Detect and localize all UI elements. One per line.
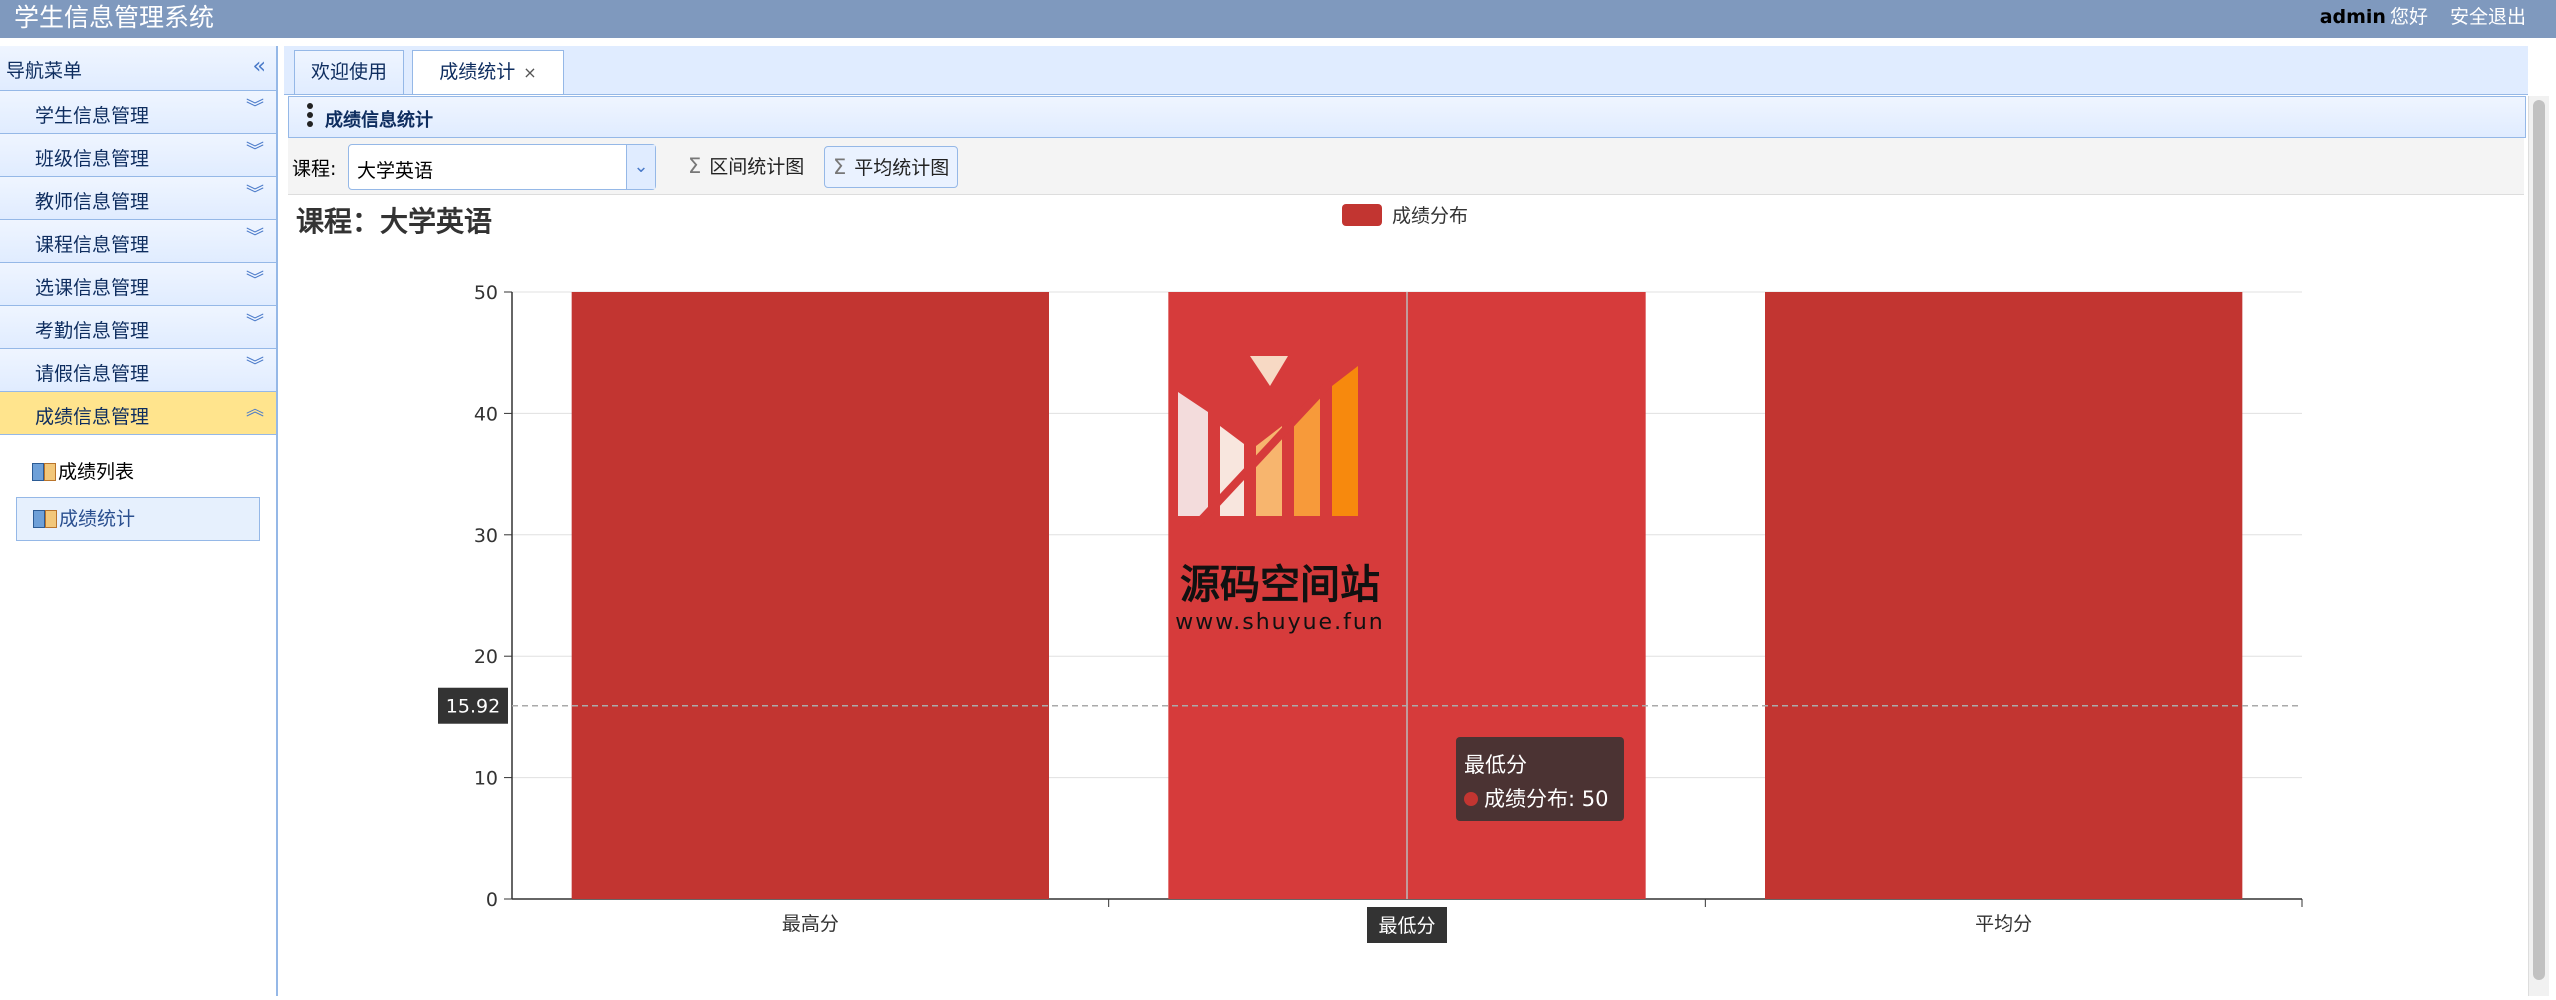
tabs-bar: 欢迎使用 成绩统计 ×	[284, 46, 2528, 95]
bar	[1765, 292, 2243, 899]
menu-item-label: 请假信息管理	[35, 363, 150, 385]
submenu-label: 成绩列表	[58, 461, 135, 483]
chevron-down-icon[interactable]: ⌄	[626, 145, 655, 189]
watermark-text: 源码空间站	[1180, 562, 1380, 608]
menu-item-course[interactable]: 课程信息管理 ︾	[0, 220, 276, 263]
y-tick-label: 50	[474, 282, 498, 304]
expand-down-icon: ︾	[246, 98, 264, 119]
menu-item-leave[interactable]: 请假信息管理 ︾	[0, 349, 276, 392]
sidebar-header: 导航菜单 «	[0, 46, 276, 91]
scrollbar-thumb[interactable]	[2533, 100, 2545, 980]
pointer-x-label: 最低分	[1378, 915, 1435, 937]
y-tick-label: 30	[474, 525, 498, 547]
submenu-grade-list[interactable]: 成绩列表	[16, 451, 260, 493]
toolbar: 课程: 大学英语 ⌄ Σ 区间统计图 Σ 平均统计图	[288, 138, 2524, 195]
username: admin	[2319, 6, 2386, 28]
legend-label: 成绩分布	[1392, 205, 1468, 227]
menu-item-label: 选课信息管理	[35, 277, 150, 299]
expand-down-icon: ︾	[246, 227, 264, 248]
menu-item-selection[interactable]: 选课信息管理 ︾	[0, 263, 276, 306]
grades-submenu: 成绩列表 成绩统计	[0, 435, 276, 541]
y-tick-label: 0	[486, 889, 498, 911]
tab-label: 成绩统计	[439, 61, 516, 83]
menu-item-attendance[interactable]: 考勤信息管理 ︾	[0, 306, 276, 349]
menu-item-label: 成绩信息管理	[35, 406, 150, 428]
menu-item-grades[interactable]: 成绩信息管理 ︽	[0, 392, 276, 435]
series-dot-icon	[1464, 792, 1478, 806]
menu-item-label: 考勤信息管理	[35, 320, 150, 342]
menu-item-label: 教师信息管理	[35, 191, 150, 213]
menu-item-label: 课程信息管理	[35, 234, 150, 256]
expand-down-icon: ︾	[246, 141, 264, 162]
more-vertical-icon[interactable]	[307, 103, 313, 130]
bar-chart: 0 10 20 30 40 50 最高分 平均分 15.92 最低分 成绩分布	[438, 204, 2303, 943]
expand-down-icon: ︾	[246, 184, 264, 205]
x-tick-label: 平均分	[1975, 913, 2032, 935]
y-tick-label: 20	[474, 646, 498, 668]
menu-item-student[interactable]: 学生信息管理 ︾	[0, 91, 276, 134]
course-select[interactable]: 大学英语 ⌄	[348, 144, 656, 190]
vertical-scrollbar[interactable]	[2528, 96, 2549, 996]
logo-graphic	[1178, 356, 1358, 535]
button-label: 区间统计图	[709, 156, 805, 178]
y-tick-label: 40	[474, 403, 498, 425]
tooltip-title: 最低分	[1464, 753, 1527, 777]
close-tab-icon[interactable]: ×	[523, 63, 536, 82]
expand-down-icon: ︾	[246, 270, 264, 291]
y-tick-label: 10	[474, 768, 498, 790]
tooltip-text: 成绩分布: 50	[1484, 787, 1609, 811]
tab-label: 欢迎使用	[310, 61, 387, 83]
interval-chart-button[interactable]: Σ 区间统计图	[680, 146, 812, 186]
pointer-y-label: 15.92	[446, 696, 500, 718]
greeting: 您好	[2389, 6, 2428, 28]
submenu-grade-statistics[interactable]: 成绩统计	[16, 497, 260, 541]
tooltip-value: 成绩分布: 50	[1464, 783, 1608, 813]
collapse-up-icon: ︽	[246, 399, 264, 420]
chart-title: 课程：大学英语	[296, 205, 493, 238]
bar	[571, 292, 1049, 899]
menu-item-teacher[interactable]: 教师信息管理 ︾	[0, 177, 276, 220]
sigma-icon: Σ	[833, 155, 847, 179]
watermark-logo: 源码空间站 www.shuyue.fun	[1160, 352, 1400, 642]
header: 学生信息管理系统 admin 您好 安全退出	[0, 0, 2556, 38]
chart-area: 课程：大学英语 0 10 20 30 40 50 最高分 平均分 15.92 最低分 成绩分布	[288, 196, 2524, 996]
collapse-sidebar-icon[interactable]: «	[253, 54, 266, 79]
submenu-label: 成绩统计	[59, 508, 136, 530]
expand-down-icon: ︾	[246, 356, 264, 377]
course-select-value: 大学英语	[357, 160, 434, 182]
panel-title: 成绩信息统计	[325, 110, 433, 131]
chart-tooltip: 最低分 成绩分布: 50	[1456, 737, 1624, 821]
sidebar-title: 导航菜单	[6, 60, 83, 82]
expand-down-icon: ︾	[246, 313, 264, 334]
book-icon	[32, 463, 56, 481]
menu-item-label: 学生信息管理	[35, 105, 150, 127]
watermark-url: www.shuyue.fun	[1175, 610, 1385, 635]
panel-header: 成绩信息统计	[288, 96, 2526, 138]
book-icon	[33, 510, 57, 528]
sigma-icon: Σ	[688, 154, 702, 178]
tab-welcome[interactable]: 欢迎使用	[294, 50, 404, 94]
sidebar: 导航菜单 « 学生信息管理 ︾ 班级信息管理 ︾ 教师信息管理 ︾ 课程信息管理…	[0, 46, 278, 996]
legend-swatch	[1342, 204, 1382, 226]
average-chart-button[interactable]: Σ 平均统计图	[824, 146, 959, 188]
menu-item-label: 班级信息管理	[35, 148, 150, 170]
x-tick-label: 最高分	[782, 913, 839, 935]
logout-link[interactable]: 安全退出	[2450, 6, 2526, 28]
app-title: 学生信息管理系统	[14, 3, 215, 32]
header-user-area: admin 您好 安全退出	[2320, 6, 2526, 28]
button-label: 平均统计图	[854, 157, 950, 179]
course-label: 课程:	[292, 158, 337, 180]
tab-grade-statistics[interactable]: 成绩统计 ×	[412, 50, 564, 94]
menu-item-class[interactable]: 班级信息管理 ︾	[0, 134, 276, 177]
